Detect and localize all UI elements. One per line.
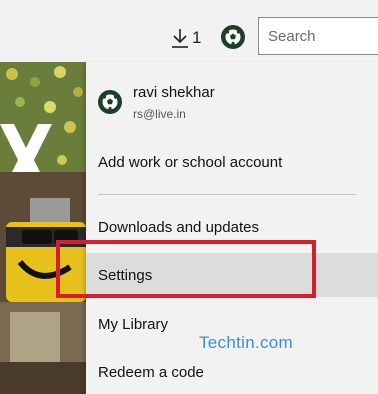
- downloads-button[interactable]: 1: [170, 24, 201, 52]
- account-avatar-button[interactable]: [221, 25, 245, 49]
- soccer-ball-avatar-icon: [221, 25, 245, 53]
- my-library-item[interactable]: My Library: [86, 302, 378, 346]
- menu-item-label: Downloads and updates: [98, 218, 259, 236]
- downloads-count: 1: [192, 28, 202, 47]
- redeem-code-item[interactable]: Redeem a code: [86, 350, 378, 394]
- top-bar: 1: [0, 0, 378, 62]
- settings-item[interactable]: Settings: [86, 253, 378, 297]
- menu-item-label: My Library: [98, 315, 169, 333]
- account-info[interactable]: ravi shekhar rs@live.in: [98, 84, 368, 124]
- search-input[interactable]: [259, 18, 378, 54]
- account-email: rs@live.in: [133, 107, 186, 121]
- menu-item-label: Add work or school account: [98, 153, 283, 171]
- menu-divider: [98, 194, 356, 195]
- soccer-ball-avatar-icon: [98, 90, 122, 114]
- account-menu: ravi shekhar rs@live.in Add work or scho…: [86, 62, 378, 394]
- downloads-and-updates-item[interactable]: Downloads and updates: [86, 205, 378, 249]
- download-arrow-icon: [170, 27, 190, 49]
- search-box: [258, 17, 378, 55]
- add-work-account-item[interactable]: Add work or school account: [86, 140, 378, 184]
- account-name: ravi shekhar: [133, 84, 215, 101]
- game-art-background: [0, 62, 86, 394]
- menu-item-label: Redeem a code: [98, 363, 204, 381]
- menu-item-label: Settings: [98, 266, 153, 284]
